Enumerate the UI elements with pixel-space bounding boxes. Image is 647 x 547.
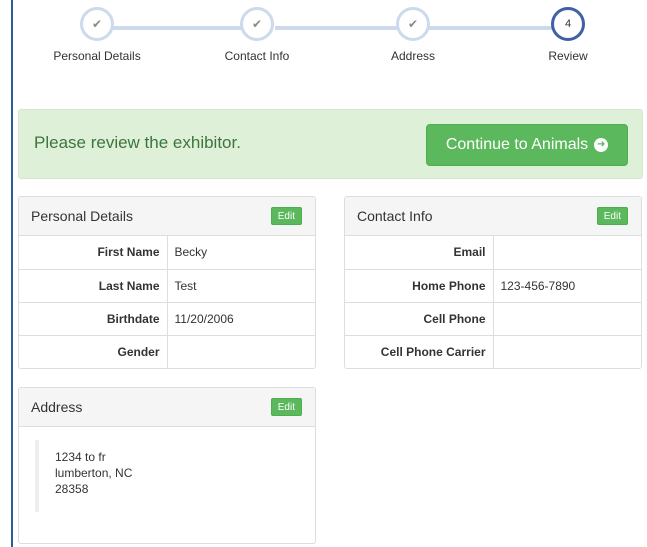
address-line: 1234 to fr — [55, 450, 106, 464]
contact-info-panel: Contact Info Edit Email Home Phone 123-4… — [344, 196, 642, 369]
field-value: 11/20/2006 — [167, 301, 315, 335]
panel-title: Personal Details — [31, 208, 133, 224]
step-address[interactable]: ✔ Address — [353, 7, 473, 63]
step-personal-details[interactable]: ✔ Personal Details — [37, 7, 157, 63]
panel-heading: Personal Details Edit — [19, 197, 315, 236]
panel-heading: Contact Info Edit — [345, 197, 641, 236]
edit-contact-button[interactable]: Edit — [596, 207, 628, 225]
field-label: Gender — [19, 334, 168, 368]
check-icon: ✔ — [240, 7, 274, 41]
field-value: Test — [167, 268, 315, 302]
personal-details-panel: Personal Details Edit First Name Becky L… — [18, 196, 316, 369]
panel-title: Contact Info — [357, 208, 433, 224]
address-panel: Address Edit 1234 to fr lumberton, NC 28… — [18, 387, 316, 544]
field-label: Email — [345, 236, 494, 269]
table-row: Last Name Test — [19, 268, 315, 302]
field-value: Becky — [174, 245, 208, 260]
table-row: Email — [345, 236, 641, 269]
table-row: Birthdate 11/20/2006 — [19, 301, 315, 335]
progress-stepper: ✔ Personal Details ✔ Contact Info ✔ Addr… — [13, 0, 647, 80]
field-label: Cell Phone — [345, 301, 494, 335]
check-icon: ✔ — [80, 7, 114, 41]
alert-message: Please review the exhibitor. — [34, 133, 241, 152]
panel-title: Address — [31, 399, 83, 415]
check-icon: ✔ — [396, 7, 430, 41]
contact-info-table: Email Home Phone 123-456-7890 Cell Phone… — [345, 236, 641, 368]
continue-to-animals-button[interactable]: Continue to Animals ➜ — [426, 124, 628, 166]
field-label: Birthdate — [19, 301, 168, 335]
field-label: Last Name — [19, 268, 168, 302]
step-label: Address — [390, 49, 436, 63]
review-alert: Please review the exhibitor. Continue to… — [18, 109, 643, 179]
field-label: Home Phone — [345, 268, 494, 302]
app-frame: ✔ Personal Details ✔ Contact Info ✔ Addr… — [11, 0, 647, 547]
field-value: 123-456-7890 — [493, 268, 641, 302]
address-line: 28358 — [55, 482, 89, 496]
address-block: 1234 to fr lumberton, NC 28358 — [35, 440, 132, 512]
field-value — [493, 301, 641, 335]
table-row: Home Phone 123-456-7890 — [345, 268, 641, 302]
step-review[interactable]: 4 Review — [508, 7, 628, 63]
field-value — [493, 236, 641, 269]
continue-label: Continue to Animals — [445, 136, 589, 153]
edit-personal-button[interactable]: Edit — [270, 207, 302, 225]
panel-heading: Address Edit — [19, 388, 315, 427]
table-row: Cell Phone — [345, 301, 641, 335]
field-value — [167, 334, 315, 368]
step-contact-info[interactable]: ✔ Contact Info — [197, 7, 317, 63]
field-value — [493, 334, 641, 368]
address-body: 1234 to fr lumberton, NC 28358 — [19, 427, 315, 543]
edit-address-button[interactable]: Edit — [270, 398, 302, 416]
field-label: Cell Phone Carrier — [345, 334, 494, 368]
arrow-circle-right-icon: ➜ — [594, 138, 609, 152]
field-label: First Name — [19, 236, 168, 269]
table-row: First Name Becky — [19, 236, 315, 269]
step-number: 4 — [551, 7, 585, 41]
table-row: Gender — [19, 334, 315, 368]
table-row: Cell Phone Carrier — [345, 334, 641, 368]
personal-details-table: First Name Becky Last Name Test Birthdat… — [19, 236, 315, 368]
step-label: Contact Info — [224, 49, 290, 63]
step-label: Personal Details — [53, 49, 141, 63]
step-label: Review — [548, 49, 588, 63]
address-line: lumberton, NC — [55, 466, 133, 480]
